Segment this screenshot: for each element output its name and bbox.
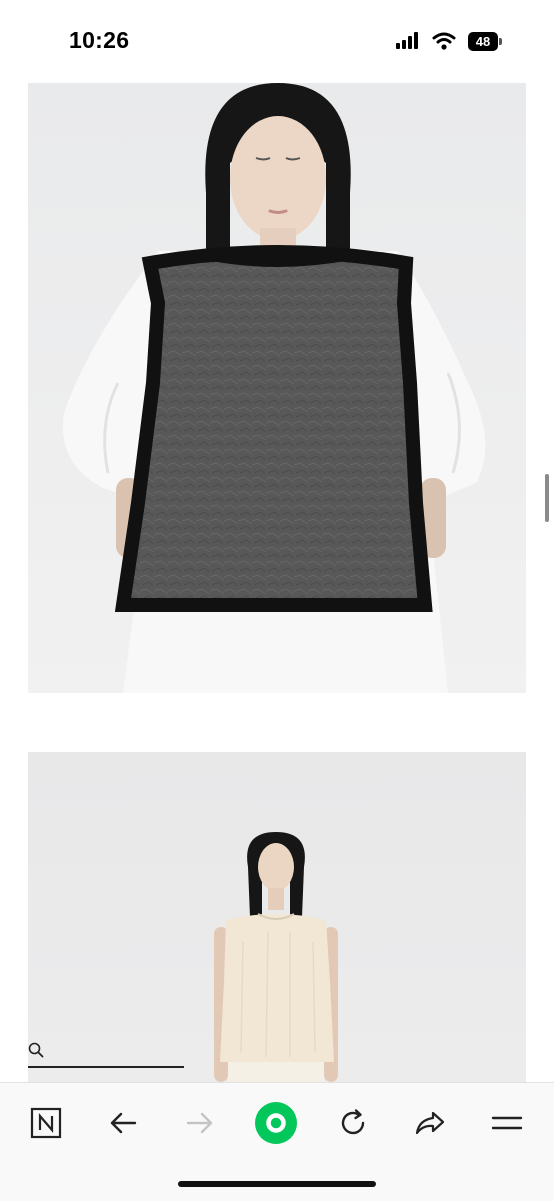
back-button[interactable]	[101, 1101, 145, 1145]
status-time: 10:26	[69, 27, 130, 53]
green-home-icon	[255, 1102, 297, 1144]
search-icon[interactable]	[28, 1042, 44, 1058]
battery-icon: 48	[468, 32, 502, 51]
share-icon	[415, 1111, 445, 1135]
naver-n-button[interactable]	[24, 1101, 68, 1145]
back-arrow-icon	[110, 1112, 137, 1134]
forward-button[interactable]	[178, 1101, 222, 1145]
forward-arrow-icon	[186, 1112, 213, 1134]
product-photo-1[interactable]	[28, 83, 526, 693]
wifi-icon	[432, 31, 456, 51]
status-bar: 10:26 48	[0, 0, 554, 82]
scroll-indicator[interactable]	[545, 474, 549, 522]
green-home-button[interactable]	[254, 1101, 298, 1145]
product-photo-2[interactable]	[28, 752, 526, 1082]
search-underline	[28, 1066, 184, 1068]
naver-n-icon	[30, 1107, 62, 1139]
signal-icon	[396, 31, 424, 51]
menu-button[interactable]	[485, 1101, 529, 1145]
reload-button[interactable]	[331, 1101, 375, 1145]
home-indicator	[178, 1181, 376, 1187]
reload-icon	[341, 1109, 365, 1135]
share-button[interactable]	[408, 1101, 452, 1145]
menu-icon	[491, 1116, 523, 1130]
battery-level: 48	[475, 34, 491, 49]
search-bar[interactable]	[28, 1040, 184, 1068]
